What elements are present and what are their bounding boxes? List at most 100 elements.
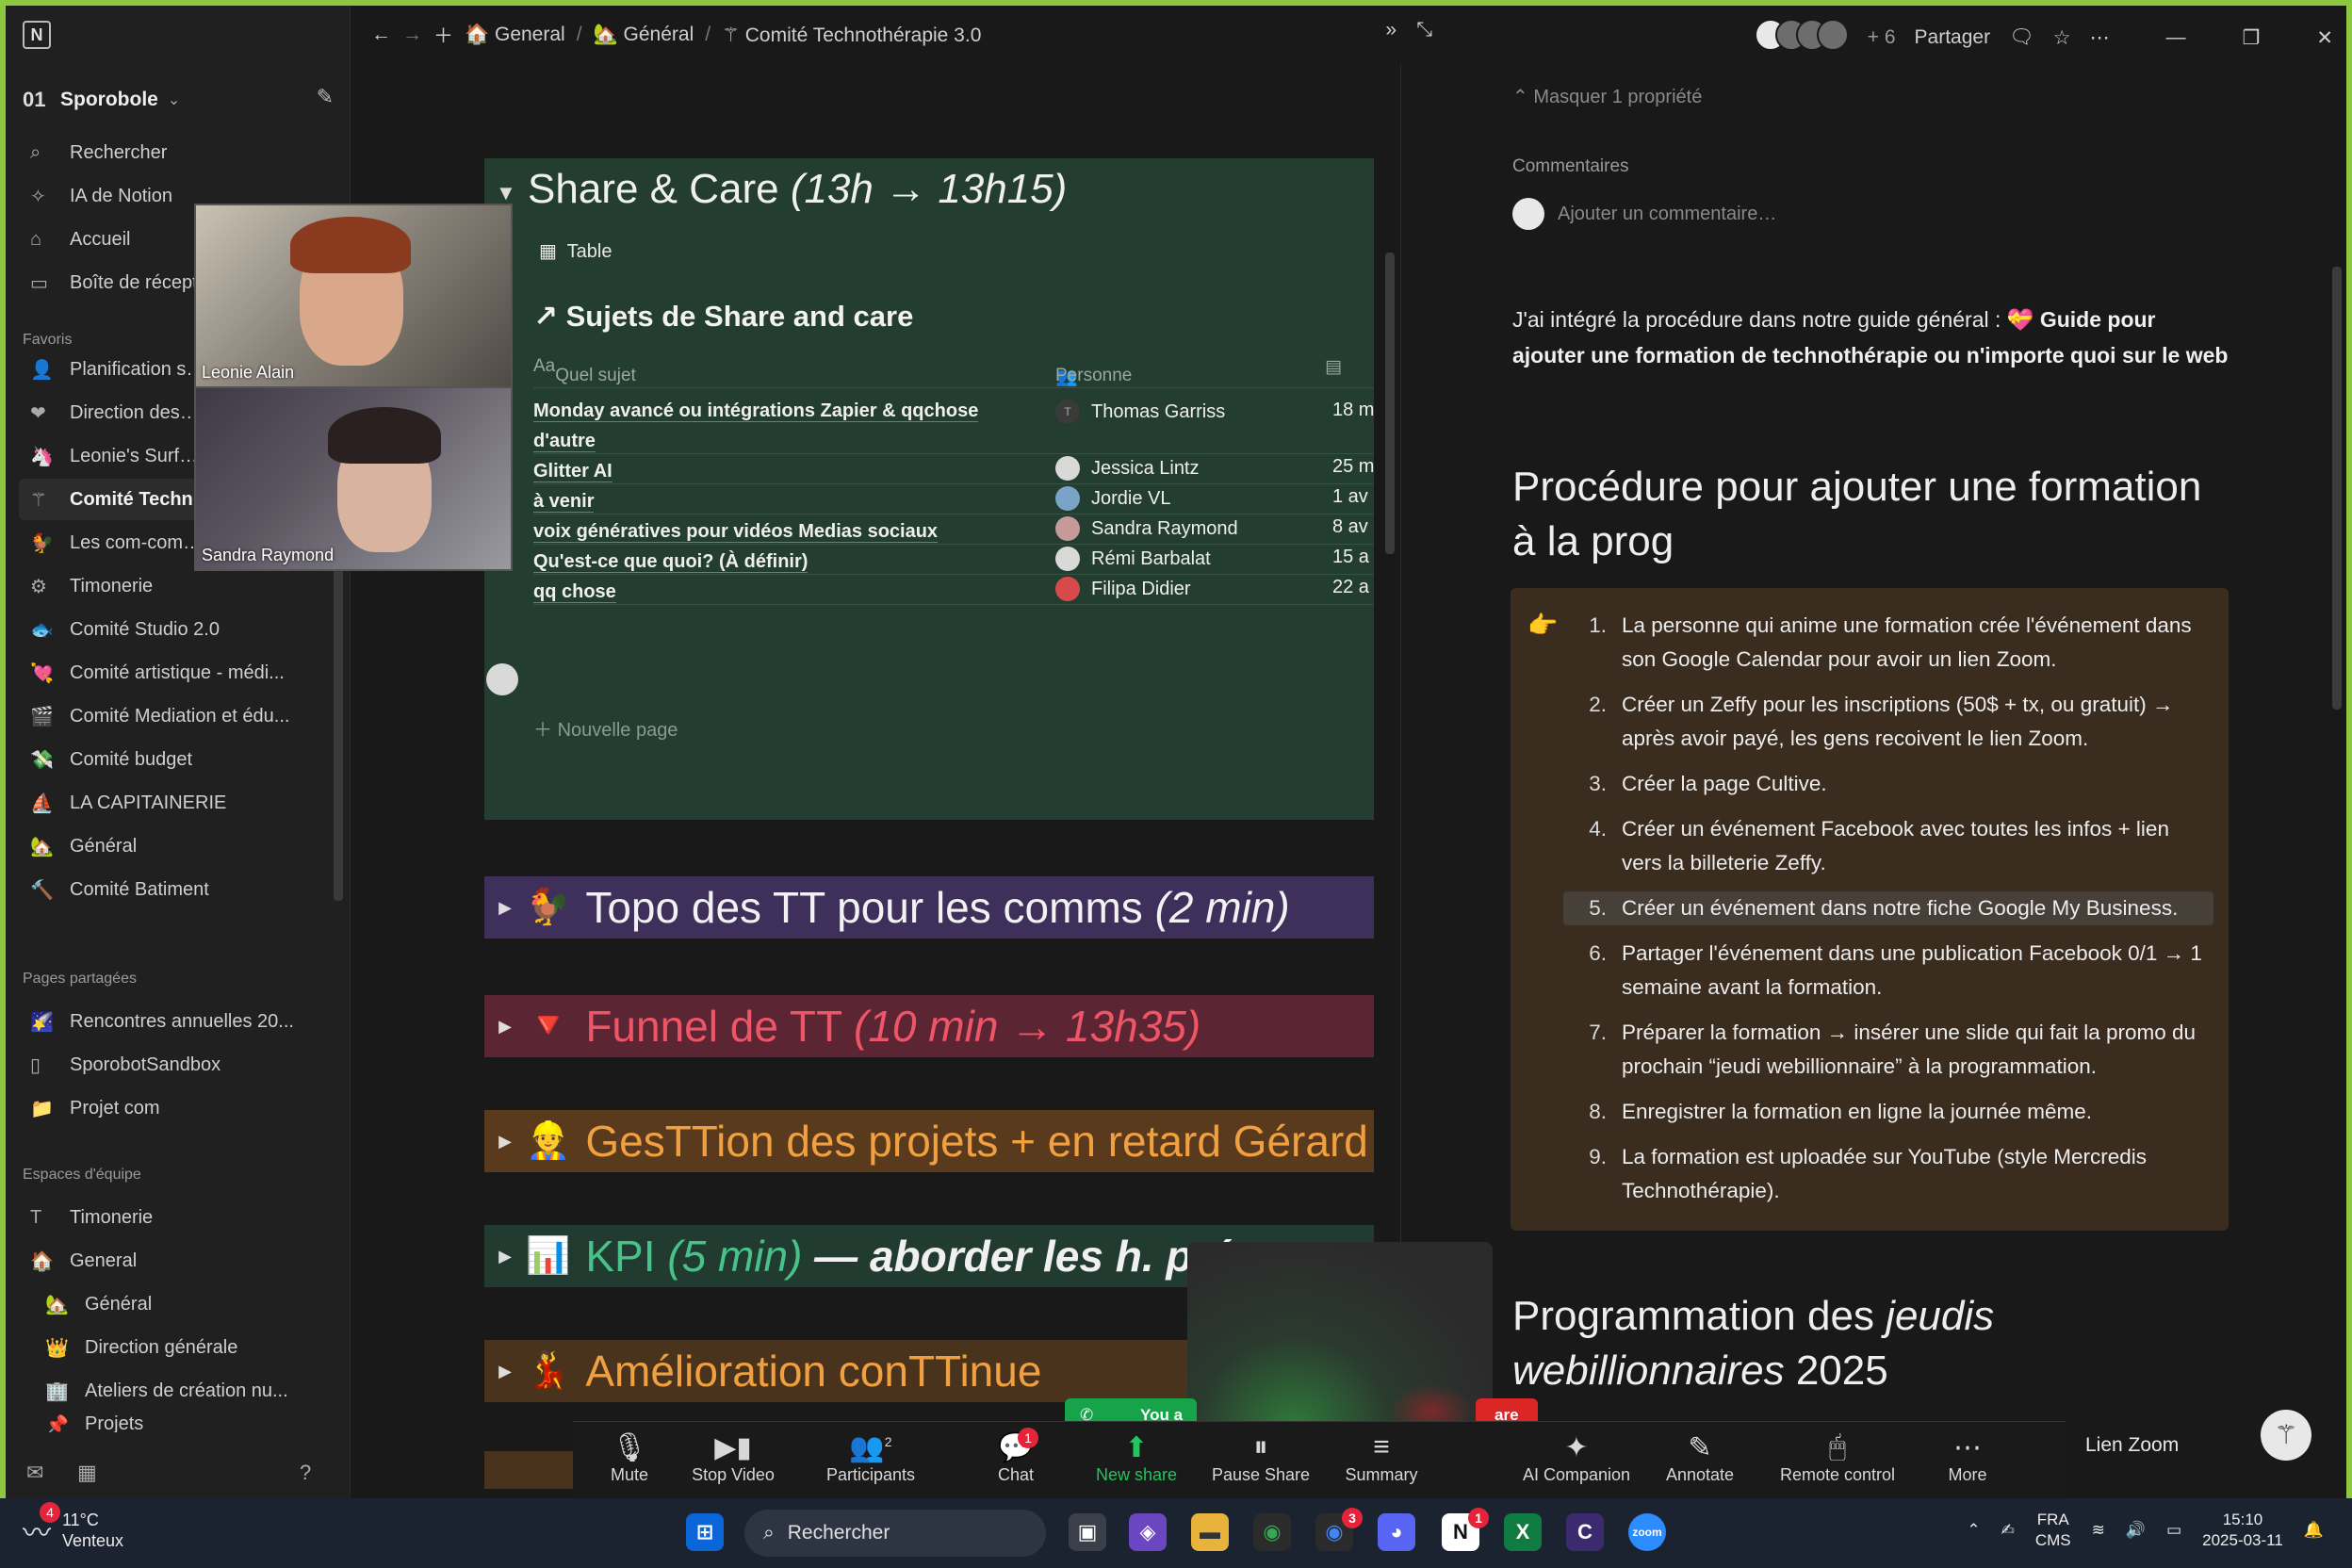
toggle-closed-icon[interactable]: ▶ (484, 1017, 526, 1037)
excel-icon[interactable]: X (1504, 1513, 1542, 1551)
notion-icon[interactable]: N1 (1442, 1508, 1489, 1551)
toggle-closed-icon[interactable]: ▶ (484, 1362, 526, 1381)
clock[interactable]: 15:10 2025-03-11 (2202, 1510, 2283, 1551)
volume-icon[interactable]: 🔊 (2126, 1521, 2146, 1540)
remote-control-button[interactable]: 🖱 Remote control (1762, 1431, 1913, 1485)
mail-icon[interactable]: ✉ (26, 1461, 43, 1485)
sidebar-fav-11[interactable]: 🏡 Général (19, 825, 335, 867)
task-view-icon[interactable]: ▣ (1069, 1513, 1106, 1551)
summary-button[interactable]: ≡ Summary (1325, 1431, 1438, 1485)
collaborator-avatars[interactable] (1754, 19, 1849, 57)
sidebar-team-1[interactable]: 🏠 General (19, 1240, 335, 1282)
sidebar-team-0[interactable]: T Timonerie (19, 1197, 335, 1238)
sidebar-scrollbar[interactable] (334, 514, 343, 901)
forward-arrow-icon[interactable]: → (402, 24, 422, 46)
participants-button[interactable]: 👥2 Participants (805, 1431, 937, 1485)
comment-icon[interactable]: 🗨 (2009, 26, 2034, 49)
video-tile-sandra[interactable]: Sandra Raymond (194, 386, 513, 571)
table-row[interactable]: Monday avancé ou intégrations Zapier & q… (533, 388, 1374, 454)
copilot-icon[interactable]: ◈ (1129, 1513, 1167, 1551)
file-explorer-icon[interactable]: ▬ (1191, 1513, 1229, 1551)
chat-button[interactable]: 💬 1 Chat (969, 1428, 1063, 1485)
sidebar-fav-10[interactable]: ⛵ LA CAPITAINERIE (19, 782, 335, 824)
taskbar-search[interactable]: ⌕ Rechercher (744, 1510, 1046, 1557)
pen-icon[interactable]: ✍ (2001, 1521, 2015, 1540)
hide-property-button[interactable]: ⌃ Masquer 1 propriété (1512, 85, 1702, 108)
sidebar-team-2[interactable]: 🏡 Général (19, 1283, 335, 1325)
language-indicator[interactable]: FRA CMS (2035, 1510, 2071, 1551)
windows-start-icon[interactable]: ⊞ (686, 1513, 724, 1551)
toggle-topo[interactable]: ▶ 🐓 Topo des TT pour les comms (2 min) (484, 876, 1374, 939)
notion-ai-button[interactable]: ⚚ (2261, 1410, 2311, 1461)
toggle-closed-icon[interactable]: ▶ (484, 1247, 526, 1266)
column-topic[interactable]: Aa Quel sujet (533, 356, 636, 385)
new-page-icon[interactable]: ✎ (317, 85, 334, 109)
sidebar-fav-6[interactable]: 🐟 Comité Studio 2.0 (19, 609, 335, 650)
breadcrumb-current[interactable]: ⚚ Comité Technothérapie 3.0 (722, 24, 981, 47)
help-icon[interactable]: ? (300, 1461, 311, 1485)
sidebar-fav-9[interactable]: 💸 Comité budget (19, 739, 335, 780)
pause-share-button[interactable]: ⏸ Pause Share (1195, 1431, 1327, 1485)
stop-video-button[interactable]: ▶︎▮ Stop Video (667, 1431, 799, 1485)
new-share-button[interactable]: ⬆ New share (1080, 1431, 1193, 1485)
calendar-column-icon[interactable]: ▤ (1325, 356, 1342, 378)
sidebar-shared-2[interactable]: 📁 Projet com (19, 1087, 335, 1129)
sidebar-shared-1[interactable]: ▯ SporobotSandbox (19, 1044, 335, 1086)
table-row[interactable]: qq chose Filipa Didier 22 a (533, 575, 1374, 605)
table-row[interactable]: voix génératives pour vidéos Medias soci… (533, 514, 1374, 545)
back-arrow-icon[interactable]: ← (371, 24, 391, 46)
workspace-switcher[interactable]: 01 Sporobole ⌄ ✎ (23, 83, 343, 117)
add-icon[interactable]: ＋ (433, 21, 453, 49)
weather-widget[interactable]: 〰 4 11°C Venteux (23, 1502, 123, 1551)
collaborator-count: + 6 (1867, 26, 1896, 48)
table-row[interactable]: Qu'est-ce que quoi? (À définir) Rémi Bar… (533, 545, 1374, 575)
table-view-tab[interactable]: ▦ Table (539, 239, 612, 263)
collapse-panel-icon[interactable]: » (1385, 19, 1396, 41)
sidebar-fav-8[interactable]: 🎬 Comité Mediation et édu... (19, 695, 335, 737)
chevron-up-icon[interactable]: ⌃ (1967, 1521, 1980, 1540)
expand-icon[interactable]: ⤡ (1416, 19, 1432, 41)
favorite-star-icon[interactable]: ☆ (2053, 26, 2071, 50)
toggle-closed-icon[interactable]: ▶ (484, 898, 526, 918)
toggle-gestion[interactable]: ▶ 👷 GesTTion des projets + en retard Gér… (484, 1110, 1374, 1172)
more-dots-icon[interactable]: ⋯ (2090, 26, 2110, 50)
minimize-icon[interactable]: — (2166, 26, 2186, 49)
sidebar-fav-7[interactable]: 💘 Comité artistique - médi... (19, 652, 335, 694)
sidebar-team-3[interactable]: 👑 Direction générale (19, 1327, 335, 1368)
sidebar-team-5[interactable]: 📌 Projets (19, 1413, 335, 1432)
toggle-open-icon[interactable]: ▼ (496, 181, 516, 205)
chrome-profile-icon[interactable]: ◉ 3 (1315, 1508, 1363, 1551)
calendar-icon[interactable]: ▦ (77, 1461, 97, 1485)
app-icon[interactable]: C (1566, 1513, 1604, 1551)
sidebar-shared-0[interactable]: 🌠 Rencontres annuelles 20... (19, 1001, 335, 1042)
annotate-button[interactable]: ✎ Annotate (1643, 1431, 1756, 1485)
table-row[interactable]: à venir Jordie VL 1 av (533, 484, 1374, 514)
sidebar-fav-5[interactable]: ⚙ Timonerie (19, 565, 335, 607)
toggle-funnel[interactable]: ▶ 🔻 Funnel de TT (10 min → 13h35) (484, 995, 1374, 1057)
share-button[interactable]: Partager (1915, 26, 1991, 49)
chrome-icon[interactable]: ◉ (1253, 1513, 1291, 1551)
sidebar-item-search[interactable]: ⌕ Rechercher (19, 132, 335, 173)
database-title[interactable]: ↗ Sujets de Share and care (533, 300, 913, 334)
breadcrumb-general-fr[interactable]: 🏡 Général (594, 24, 694, 46)
video-tile-leonie[interactable]: Leonie Alain (194, 204, 513, 388)
panel-scrollbar[interactable] (2332, 267, 2342, 710)
restore-icon[interactable]: ❐ (2243, 26, 2261, 50)
new-page-button[interactable]: ＋ Nouvelle page (533, 714, 678, 742)
notion-logo-icon[interactable]: N (23, 21, 51, 49)
sidebar-fav-12[interactable]: 🔨 Comité Batiment (19, 869, 335, 910)
battery-icon[interactable]: ▭ (2166, 1521, 2181, 1540)
zoom-app-icon[interactable]: zoom (1628, 1513, 1666, 1551)
breadcrumb-general[interactable]: 🏠 General (465, 24, 565, 46)
wifi-icon[interactable]: ≋ (2092, 1521, 2105, 1540)
add-comment-input[interactable]: Ajouter un commentaire… (1512, 198, 1776, 230)
ai-companion-button[interactable]: ✦ AI Companion (1506, 1431, 1647, 1485)
more-button[interactable]: ⋯ More (1911, 1431, 2024, 1485)
discord-icon[interactable]: ◕ (1378, 1513, 1415, 1551)
main-scrollbar[interactable] (1385, 253, 1395, 554)
toggle-closed-icon[interactable]: ▶ (484, 1132, 526, 1152)
sidebar-team-4[interactable]: 🏢 Ateliers de création nu... (19, 1370, 335, 1412)
close-icon[interactable]: ✕ (2316, 26, 2333, 50)
notification-bell-icon[interactable]: 🔔 (2304, 1521, 2324, 1540)
table-row[interactable]: Glitter AI Jessica Lintz 25 m (533, 454, 1374, 484)
